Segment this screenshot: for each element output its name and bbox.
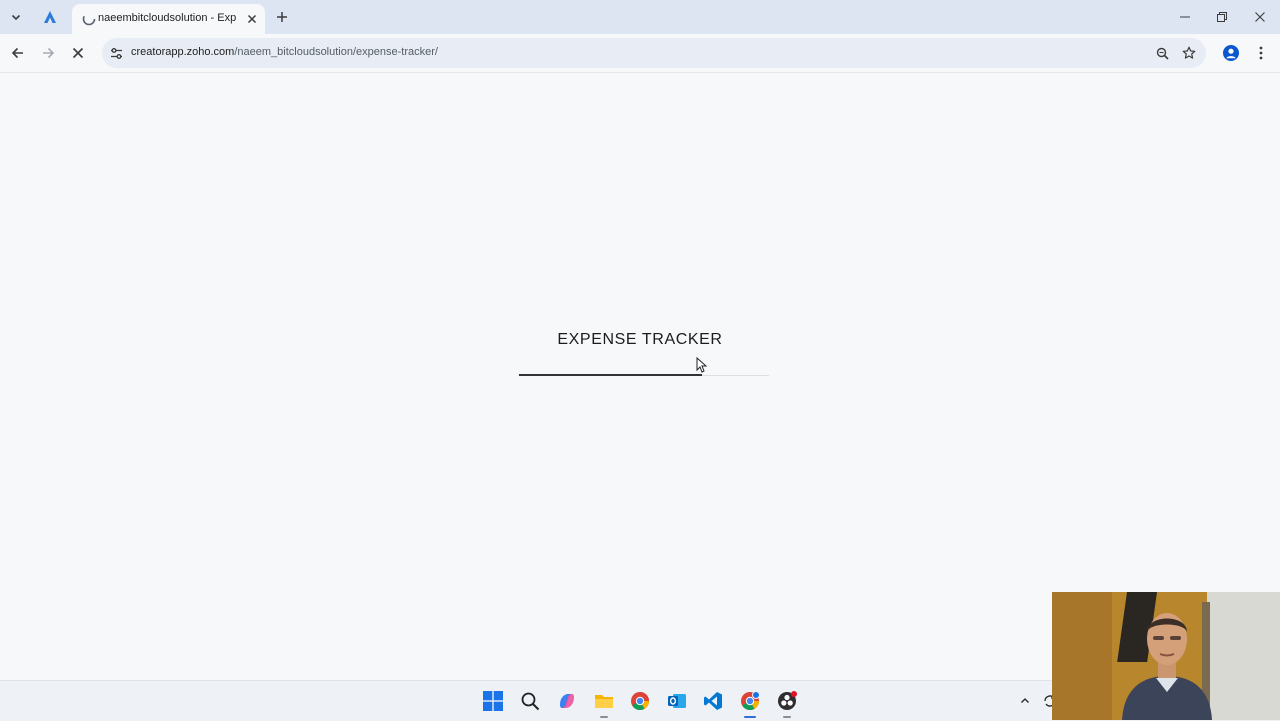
minimize-icon — [1180, 16, 1190, 18]
chrome-icon — [631, 692, 649, 711]
taskbar-obs-button[interactable] — [775, 689, 799, 718]
url-host: creatorapp.zoho.com — [131, 46, 235, 58]
close-icon — [247, 14, 257, 24]
taskbar-chrome-active-button[interactable] — [738, 689, 762, 718]
active-indicator — [744, 716, 756, 718]
taskbar-copilot-button[interactable] — [555, 689, 579, 713]
profile-button[interactable] — [1220, 42, 1242, 64]
pinned-tab-zoho[interactable] — [40, 7, 60, 27]
taskbar-outlook-button[interactable] — [665, 689, 689, 713]
url-path: /naeem_bitcloudsolution/expense-tracker/ — [234, 46, 438, 58]
tab-close-button[interactable] — [244, 11, 260, 27]
taskbar-vscode-button[interactable] — [701, 689, 725, 713]
tray-overflow-button[interactable] — [1017, 693, 1033, 709]
new-tab-button[interactable] — [272, 7, 292, 27]
obs-icon — [778, 691, 797, 710]
folder-icon — [595, 695, 613, 708]
search-icon — [521, 692, 540, 711]
loading-icon — [82, 12, 96, 26]
url-text[interactable]: creatorapp.zoho.com/naeem_bitcloudsoluti… — [131, 46, 438, 58]
tab-search-button[interactable] — [6, 7, 26, 27]
loading-progress-bar — [519, 374, 769, 376]
back-button[interactable] — [7, 42, 29, 64]
loading-progress-fill — [519, 374, 702, 376]
running-indicator — [600, 716, 608, 718]
star-icon — [1182, 46, 1196, 59]
vscode-icon — [704, 692, 722, 710]
browser-toolbar: creatorapp.zoho.com/naeem_bitcloudsoluti… — [0, 34, 1280, 73]
close-icon — [72, 47, 84, 59]
start-button[interactable] — [481, 689, 505, 713]
tab-strip: naeembitcloudsolution - Expense Tracker — [0, 0, 1280, 34]
restore-icon — [1217, 12, 1227, 22]
plus-icon — [277, 12, 287, 22]
forward-button[interactable] — [37, 42, 59, 64]
presenter-video-image — [1052, 592, 1280, 720]
stop-loading-button[interactable] — [67, 42, 89, 64]
minimize-button[interactable] — [1170, 4, 1200, 30]
page-content: EXPENSE TRACKER — [0, 73, 1280, 680]
zoom-button[interactable] — [1154, 45, 1170, 61]
running-indicator — [783, 716, 791, 718]
mouse-cursor-icon — [696, 357, 707, 373]
arrow-left-icon — [11, 47, 23, 59]
zoom-icon — [1156, 47, 1169, 60]
taskbar-file-explorer-button[interactable] — [592, 689, 616, 718]
active-tab[interactable]: naeembitcloudsolution - Expense Tracker — [72, 4, 265, 34]
chevron-down-icon — [11, 14, 21, 21]
tune-icon — [110, 47, 122, 59]
close-icon — [1255, 12, 1265, 22]
chevron-up-icon — [1021, 698, 1029, 703]
outlook-icon — [668, 694, 686, 708]
app-title: EXPENSE TRACKER — [557, 331, 723, 348]
zoho-creator-icon — [44, 11, 56, 23]
tab-title: naeembitcloudsolution - Expense Tracker — [98, 12, 236, 24]
site-info-button[interactable] — [108, 45, 124, 61]
copilot-icon — [560, 694, 574, 708]
restore-button[interactable] — [1207, 4, 1237, 30]
taskbar-search-button[interactable] — [518, 689, 542, 713]
webcam-overlay — [1052, 592, 1280, 720]
taskbar-chrome-button[interactable] — [628, 689, 652, 713]
browser-menu-button[interactable] — [1250, 42, 1272, 64]
bookmark-button[interactable] — [1181, 45, 1197, 61]
more-vertical-icon — [1259, 46, 1263, 60]
person-icon — [1223, 45, 1239, 61]
close-window-button[interactable] — [1245, 4, 1275, 30]
windows-icon — [483, 691, 503, 711]
address-bar[interactable]: creatorapp.zoho.com/naeem_bitcloudsoluti… — [102, 38, 1206, 68]
arrow-right-icon — [43, 47, 55, 59]
chrome-icon — [741, 691, 760, 711]
